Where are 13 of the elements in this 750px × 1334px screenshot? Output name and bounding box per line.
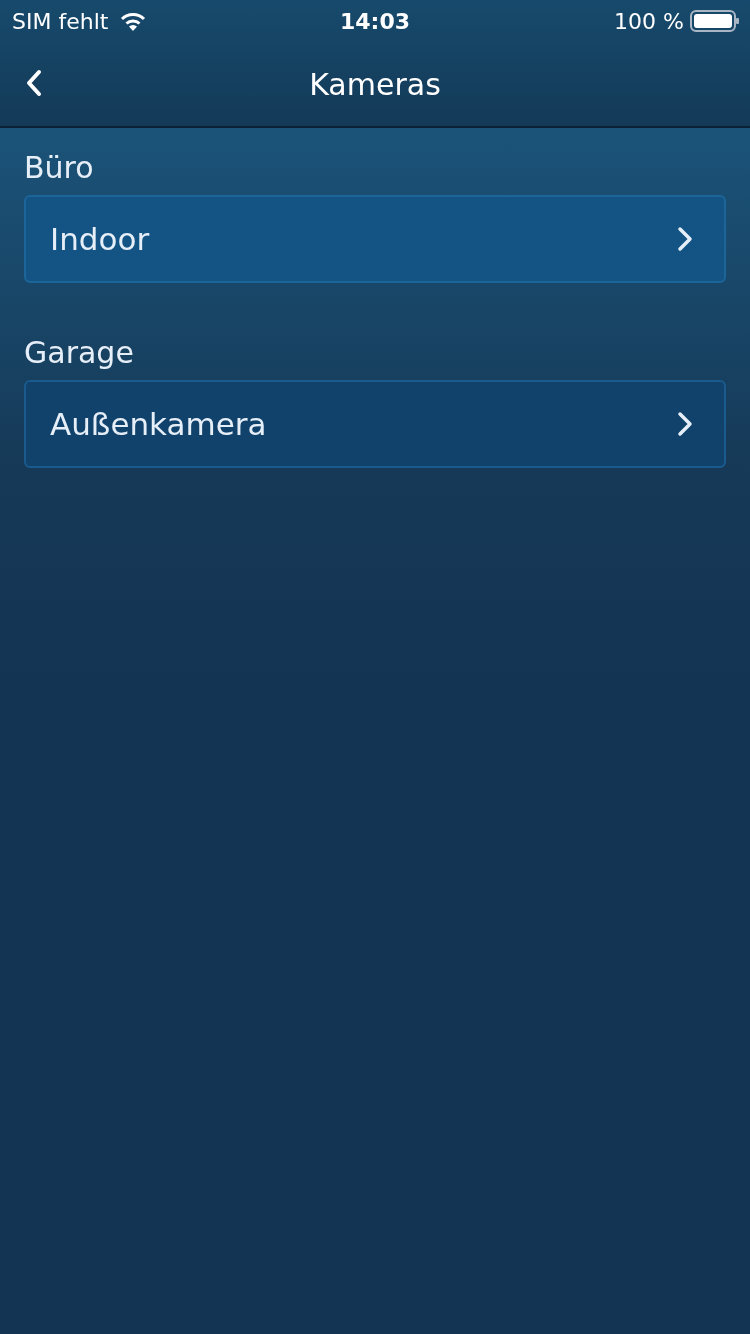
section-title: Büro — [24, 150, 95, 185]
chevron-right-icon — [676, 225, 694, 253]
camera-row[interactable]: Außenkamera — [24, 380, 726, 468]
carrier-label: SIM fehlt — [12, 8, 109, 34]
battery-icon — [690, 9, 740, 33]
section-title: Garage — [24, 335, 135, 370]
chevron-right-icon — [676, 410, 694, 438]
status-time: 14:03 — [340, 8, 410, 34]
camera-row[interactable]: Indoor — [24, 195, 726, 283]
screen-title: Kameras — [309, 66, 441, 102]
battery-label: 100 % — [614, 8, 684, 34]
chevron-left-icon — [24, 68, 44, 98]
back-button[interactable] — [24, 68, 44, 98]
